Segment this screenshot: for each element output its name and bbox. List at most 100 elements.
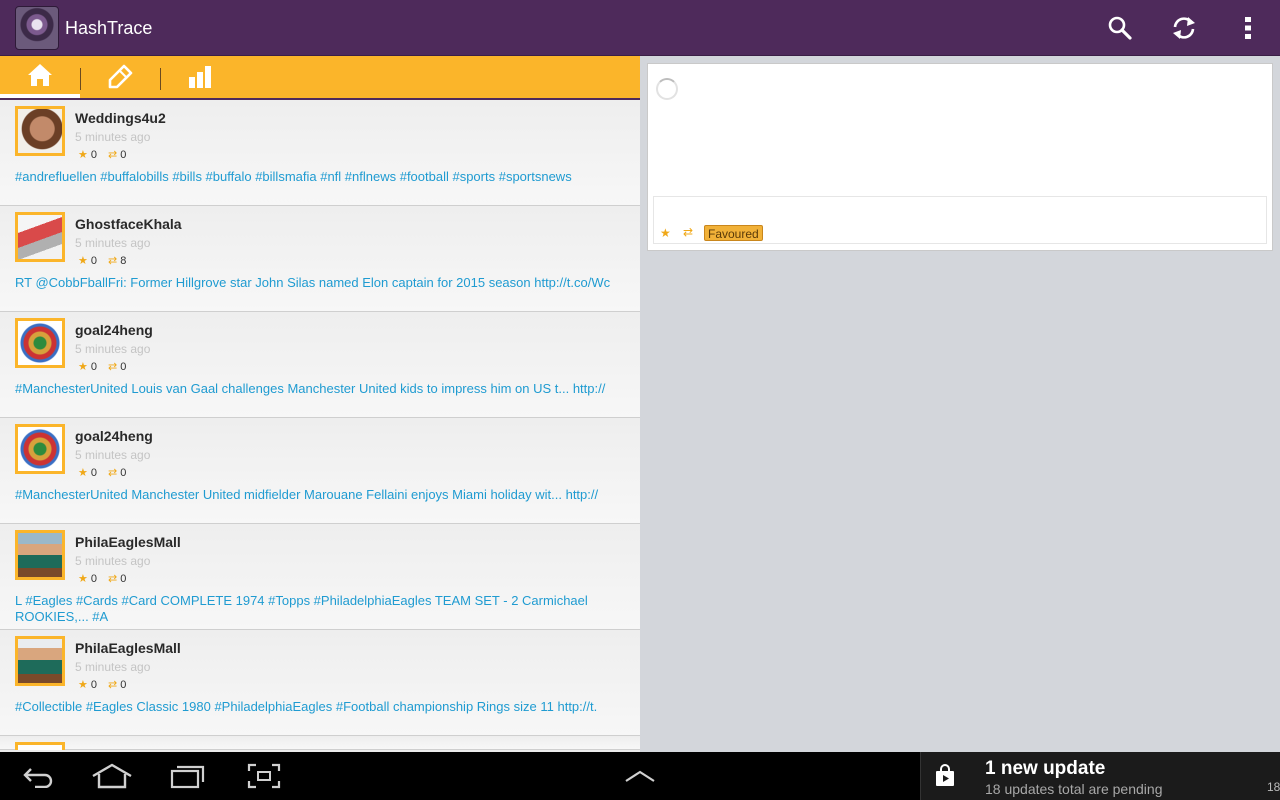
recent-apps-button[interactable] <box>164 760 212 792</box>
retweet-icon: ⇄ <box>108 361 118 373</box>
back-button[interactable] <box>14 760 62 792</box>
star-icon: ★ <box>78 573 88 585</box>
tweet-text[interactable]: L #Eagles #Cards #Card COMPLETE 1974 #To… <box>15 593 625 625</box>
tweet-time: 5 minutes ago <box>75 130 151 144</box>
tab-bar <box>0 56 640 100</box>
status-clock: 18 <box>1267 780 1280 794</box>
retweet-count: 0 <box>120 678 127 691</box>
star-icon: ★ <box>78 679 88 691</box>
tweet-time: 5 minutes ago <box>75 660 151 674</box>
notification-title: 1 new update <box>985 758 1106 779</box>
action-bar: HashTrace <box>0 0 1280 56</box>
detail-pane: ★ ⇄ Favoured <box>640 56 1280 752</box>
bar-chart-icon <box>189 66 211 88</box>
recent-apps-icon <box>170 765 205 789</box>
tab-home[interactable] <box>0 56 80 98</box>
star-icon: ★ <box>78 361 88 373</box>
star-icon: ★ <box>78 467 88 479</box>
retweet-icon: ⇄ <box>108 255 118 267</box>
tweet-text[interactable]: RT @CobbFballFri: Former Hillgrove star … <box>15 275 625 291</box>
retweet-count: 0 <box>120 572 127 585</box>
tweet-username[interactable]: goal24heng <box>75 428 153 444</box>
tweet-time: 5 minutes ago <box>75 554 151 568</box>
retweet-icon: ⇄ <box>108 679 118 691</box>
fav-count: 0 <box>90 148 97 161</box>
retweet-icon: ⇄ <box>108 467 118 479</box>
tweet-time: 5 minutes ago <box>75 236 151 250</box>
tweet-text[interactable]: #ManchesterUnited Manchester United midf… <box>15 487 625 503</box>
tweet-stats: ★ 0 ⇄ 0 <box>78 572 127 586</box>
tweet-stats: ★ 0 ⇄ 0 <box>78 148 127 162</box>
pencil-icon <box>108 64 133 89</box>
tweet-stats: ★ 0 ⇄ 0 <box>78 678 127 692</box>
tweet-row-partial[interactable] <box>0 736 640 750</box>
tweet-stats: ★ 0 ⇄ 0 <box>78 360 127 374</box>
overflow-menu-icon <box>1245 17 1251 39</box>
fav-count: 0 <box>90 572 97 585</box>
tweet-row[interactable]: PhilaEaglesMall 5 minutes ago ★ 0 ⇄ 0 #Col… <box>0 630 640 736</box>
tweet-username[interactable]: PhilaEaglesMall <box>75 640 181 656</box>
system-nav-bar: 1 new update 18 updates total are pendin… <box>0 752 1280 800</box>
detail-footer: ★ ⇄ Favoured <box>653 196 1267 244</box>
tweet-time: 5 minutes ago <box>75 342 151 356</box>
tweet-stats: ★ 0 ⇄ 8 <box>78 254 127 268</box>
refresh-icon <box>1173 17 1195 39</box>
avatar[interactable] <box>15 636 65 686</box>
fav-count: 0 <box>90 360 97 373</box>
tweet-text[interactable]: #andrefluellen #buffalobills #bills #buf… <box>15 169 625 185</box>
loading-spinner-icon <box>656 78 678 100</box>
screenshot-icon <box>247 763 281 789</box>
fav-count: 0 <box>90 678 97 691</box>
avatar[interactable] <box>15 106 65 156</box>
play-store-bag-icon <box>936 764 954 786</box>
chevron-up-icon <box>625 770 655 782</box>
tweet-time: 5 minutes ago <box>75 448 151 462</box>
avatar[interactable] <box>15 424 65 474</box>
tweet-username[interactable]: PhilaEaglesMall <box>75 534 181 550</box>
app-logo-icon[interactable] <box>15 6 59 50</box>
fav-count: 0 <box>90 466 97 479</box>
tweet-list: Weddings4u2 5 minutes ago ★ 0 ⇄ 0 #andrefl… <box>0 100 640 750</box>
avatar[interactable] <box>15 530 65 580</box>
star-icon: ★ <box>78 149 88 161</box>
retweet-count: 8 <box>120 254 127 267</box>
tweet-row[interactable]: Weddings4u2 5 minutes ago ★ 0 ⇄ 0 #andrefl… <box>0 100 640 206</box>
search-button[interactable] <box>1100 8 1140 48</box>
retweet-count: 0 <box>120 360 127 373</box>
app-title: HashTrace <box>65 18 153 38</box>
tab-compose[interactable] <box>80 56 160 98</box>
tweet-row[interactable]: GhostfaceKhala 5 minutes ago ★ 0 ⇄ 8 RT @C… <box>0 206 640 312</box>
search-icon <box>1108 16 1132 40</box>
screenshot-button[interactable] <box>240 760 288 792</box>
tweet-row[interactable]: goal24heng 5 minutes ago ★ 0 ⇄ 0 #Manchest… <box>0 418 640 524</box>
home-nav-icon <box>92 763 132 789</box>
retweet-count: 0 <box>120 466 127 479</box>
avatar[interactable] <box>15 212 65 262</box>
retweet-count: 0 <box>120 148 127 161</box>
tweet-text[interactable]: #Collectible #Eagles Classic 1980 #Phila… <box>15 699 625 715</box>
notification-subtitle: 18 updates total are pending <box>985 781 1163 797</box>
home-button[interactable] <box>88 760 136 792</box>
show-menu-button[interactable] <box>616 760 664 792</box>
tweet-username[interactable]: GhostfaceKhala <box>75 216 182 232</box>
avatar[interactable] <box>15 318 65 368</box>
tweet-username[interactable]: Weddings4u2 <box>75 110 166 126</box>
retweet-icon[interactable]: ⇄ <box>683 225 693 239</box>
tweet-list-pane: Weddings4u2 5 minutes ago ★ 0 ⇄ 0 #andrefl… <box>0 56 640 752</box>
star-icon: ★ <box>78 255 88 267</box>
tweet-text[interactable]: #ManchesterUnited Louis van Gaal challen… <box>15 381 625 397</box>
retweet-icon: ⇄ <box>108 573 118 585</box>
favoured-badge: Favoured <box>704 225 763 241</box>
retweet-icon: ⇄ <box>108 149 118 161</box>
tab-stats[interactable] <box>160 56 240 98</box>
refresh-button[interactable] <box>1164 8 1204 48</box>
back-icon <box>23 768 53 788</box>
tweet-row[interactable]: goal24heng 5 minutes ago ★ 0 ⇄ 0 #Manchest… <box>0 312 640 418</box>
tweet-username[interactable]: goal24heng <box>75 322 153 338</box>
detail-card: ★ ⇄ Favoured <box>647 63 1273 251</box>
favourite-star-icon[interactable]: ★ <box>660 226 671 240</box>
update-notification[interactable]: 1 new update 18 updates total are pendin… <box>920 752 1280 800</box>
avatar[interactable] <box>15 742 65 750</box>
overflow-menu-button[interactable] <box>1228 8 1268 48</box>
tweet-row[interactable]: PhilaEaglesMall 5 minutes ago ★ 0 ⇄ 0 L #E… <box>0 524 640 630</box>
